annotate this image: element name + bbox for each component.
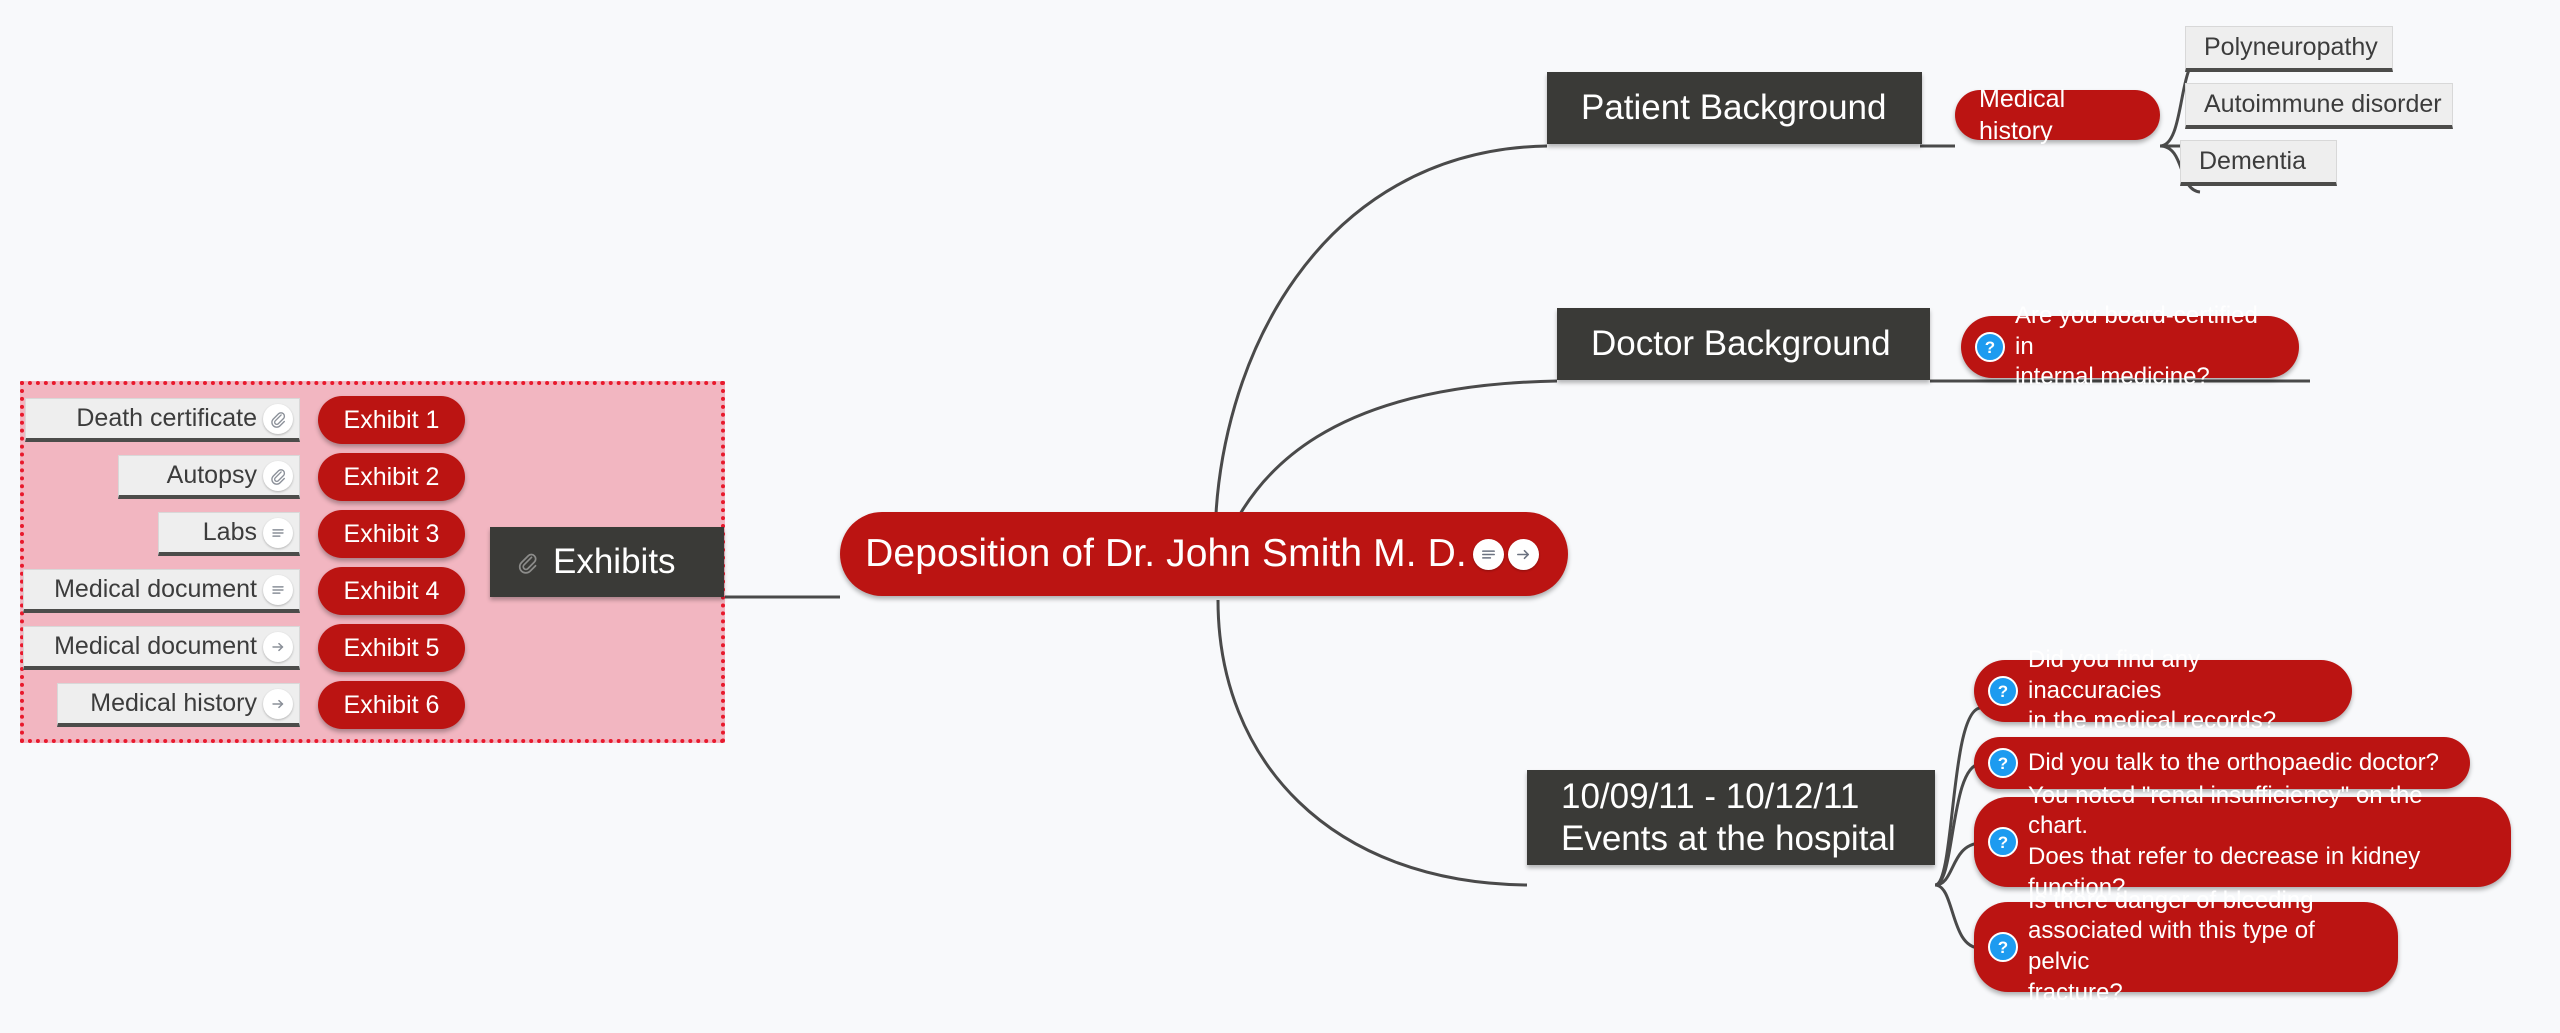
connector-root-events: [1216, 599, 1528, 887]
leaf-label-dementia: Dementia: [2199, 147, 2306, 175]
arrow-right-icon[interactable]: [263, 688, 293, 719]
arrow-right-icon[interactable]: [1507, 538, 1539, 570]
question-icon: ?: [1975, 332, 2005, 362]
leaf-node-labs[interactable]: Labs: [158, 512, 300, 556]
pill-node-exhibit-4[interactable]: Exhibit 4: [318, 567, 465, 615]
leaf-node-medical-history-6[interactable]: Medical history: [57, 683, 300, 727]
connector-events-q2: [1934, 762, 1981, 887]
pill-node-inaccuracies-question[interactable]: ? Did you find any inaccuracies in the m…: [1974, 646, 2352, 734]
question-icon: ?: [1988, 748, 2018, 778]
leaf-node-dementia[interactable]: Dementia: [2180, 140, 2337, 186]
paperclip-icon[interactable]: [263, 403, 293, 434]
pill-label-board-certified-question: Are you board-certified in internal medi…: [2015, 301, 2258, 391]
leaf-node-autopsy[interactable]: Autopsy: [118, 455, 300, 499]
root-node-label: Deposition of Dr. John Smith M. D.: [865, 532, 1467, 575]
leaf-node-medical-document-4[interactable]: Medical document: [23, 569, 300, 613]
pill-label-orthopaedic-question: Did you talk to the orthopaedic doctor?: [2028, 748, 2439, 776]
leaf-label-medical-document-4: Medical document: [54, 575, 257, 603]
leaf-label-death-certificate: Death certificate: [76, 404, 257, 432]
branch-node-hospital-events[interactable]: 10/09/11 - 10/12/11 Events at the hospit…: [1527, 770, 1935, 865]
connector-root-patient: [1213, 144, 1548, 546]
leaf-label-medical-history-6: Medical history: [90, 689, 257, 717]
root-node-icons: [1472, 538, 1539, 570]
pill-node-exhibit-6[interactable]: Exhibit 6: [318, 681, 465, 729]
root-node-deposition[interactable]: Deposition of Dr. John Smith M. D.: [840, 512, 1568, 596]
branch-node-exhibits[interactable]: Exhibits: [490, 527, 724, 597]
pill-label-exhibit-2: Exhibit 2: [343, 463, 440, 491]
pill-node-bleeding-question[interactable]: ? Is there danger of bleeding associated…: [1974, 887, 2398, 1006]
pill-label-exhibit-3: Exhibit 3: [343, 520, 440, 548]
leaf-node-death-certificate[interactable]: Death certificate: [25, 398, 300, 442]
leaf-node-autoimmune-disorder[interactable]: Autoimmune disorder: [2185, 83, 2453, 129]
pill-node-exhibit-1[interactable]: Exhibit 1: [318, 396, 465, 444]
mindmap-canvas: Deposition of Dr. John Smith M. D. Patie…: [0, 0, 2560, 1033]
note-icon[interactable]: [1472, 538, 1504, 570]
pill-node-board-certified-question[interactable]: ? Are you board-certified in internal me…: [1961, 302, 2299, 390]
leaf-node-polyneuropathy[interactable]: Polyneuropathy: [2185, 26, 2393, 72]
question-icon: ?: [1988, 932, 2018, 962]
pill-label-exhibit-4: Exhibit 4: [343, 577, 440, 605]
leaf-label-autopsy: Autopsy: [166, 461, 257, 489]
question-icon: ?: [1988, 827, 2018, 857]
branch-label-doctor-background: Doctor Background: [1591, 324, 1891, 364]
connector-events-q1: [1934, 706, 1981, 887]
pill-label-exhibit-5: Exhibit 5: [343, 634, 440, 662]
note-icon[interactable]: [263, 517, 293, 548]
pill-label-exhibit-6: Exhibit 6: [343, 691, 440, 719]
branch-label-exhibits: Exhibits: [553, 542, 676, 582]
pill-label-bleeding-question: Is there danger of bleeding associated w…: [2028, 886, 2315, 1006]
paperclip-icon[interactable]: [263, 460, 293, 491]
leaf-node-medical-document-5[interactable]: Medical document: [23, 626, 300, 670]
pill-node-renal-insufficiency-question[interactable]: ? You noted "renal insufficiency" on the…: [1974, 782, 2511, 901]
paperclip-icon: [516, 551, 539, 574]
pill-node-exhibit-5[interactable]: Exhibit 5: [318, 624, 465, 672]
pill-node-exhibit-2[interactable]: Exhibit 2: [318, 453, 465, 501]
pill-label-exhibit-1: Exhibit 1: [343, 406, 440, 434]
question-icon: ?: [1988, 676, 2018, 706]
pill-label-medical-history: Medical history: [1979, 85, 2066, 145]
branch-node-doctor-background[interactable]: Doctor Background: [1557, 308, 1930, 380]
branch-node-patient-background[interactable]: Patient Background: [1547, 72, 1922, 144]
pill-label-inaccuracies-question: Did you find any inaccuracies in the med…: [2028, 645, 2277, 735]
branch-label-hospital-events: 10/09/11 - 10/12/11 Events at the hospit…: [1561, 777, 1896, 858]
pill-node-exhibit-3[interactable]: Exhibit 3: [318, 510, 465, 558]
pill-node-medical-history[interactable]: Medical history: [1955, 85, 2160, 145]
leaf-label-medical-document-5: Medical document: [54, 632, 257, 660]
leaf-label-autoimmune-disorder: Autoimmune disorder: [2204, 90, 2442, 118]
branch-label-patient-background: Patient Background: [1581, 88, 1887, 128]
note-icon[interactable]: [263, 574, 293, 605]
leaf-label-polyneuropathy: Polyneuropathy: [2204, 33, 2378, 61]
arrow-right-icon[interactable]: [263, 631, 293, 662]
leaf-label-labs: Labs: [202, 518, 257, 546]
